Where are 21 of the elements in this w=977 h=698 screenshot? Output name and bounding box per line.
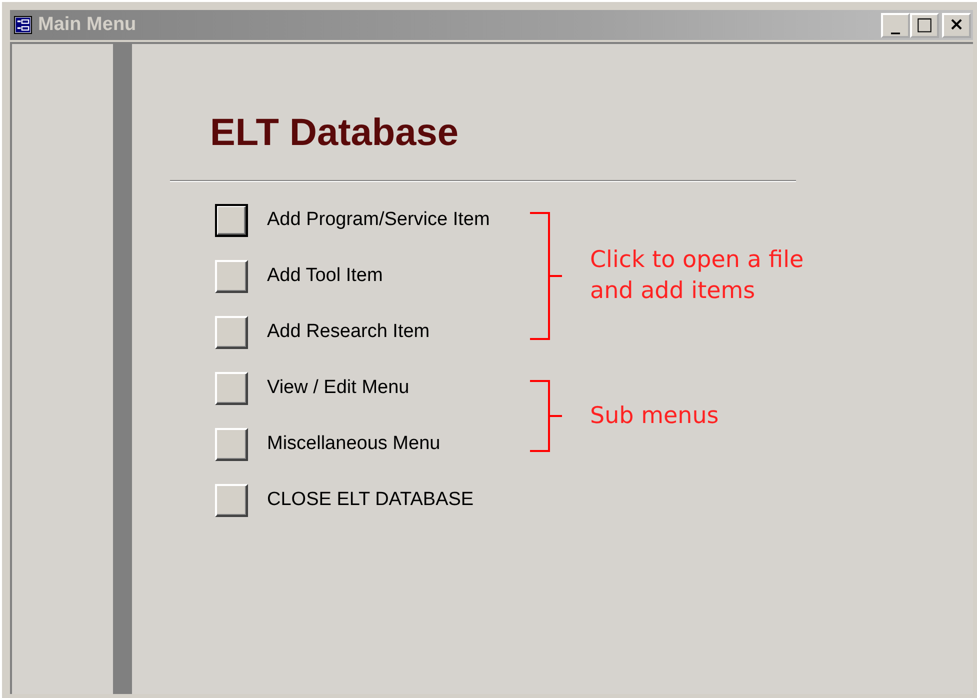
button-label: Add Tool Item <box>266 265 384 287</box>
button-label: Add Program/Service Item <box>266 209 491 231</box>
close-button[interactable]: × <box>942 12 971 38</box>
command-button[interactable] <box>215 260 248 292</box>
bracket-drawing <box>530 380 562 452</box>
annotation-text: Sub menus <box>590 402 720 430</box>
command-button[interactable] <box>215 316 248 348</box>
button-label: View / Edit Menu <box>266 377 410 399</box>
button-label: Miscellaneous Menu <box>266 433 442 455</box>
form-heading: ELT Database <box>210 111 460 156</box>
window-title: Main Menu <box>38 14 138 36</box>
form-icon <box>14 16 32 34</box>
button-label: Add Research Item <box>266 321 431 343</box>
button-label: CLOSE ELT DATABASE <box>266 489 475 511</box>
annotation-text: Click to open a file and add items <box>590 246 805 306</box>
maximize-button[interactable]: □ <box>910 12 939 38</box>
command-button[interactable] <box>215 372 248 404</box>
command-button[interactable] <box>215 204 248 236</box>
command-button[interactable] <box>215 484 248 516</box>
minimize-button[interactable]: _ <box>881 12 910 38</box>
command-button[interactable] <box>215 428 248 460</box>
